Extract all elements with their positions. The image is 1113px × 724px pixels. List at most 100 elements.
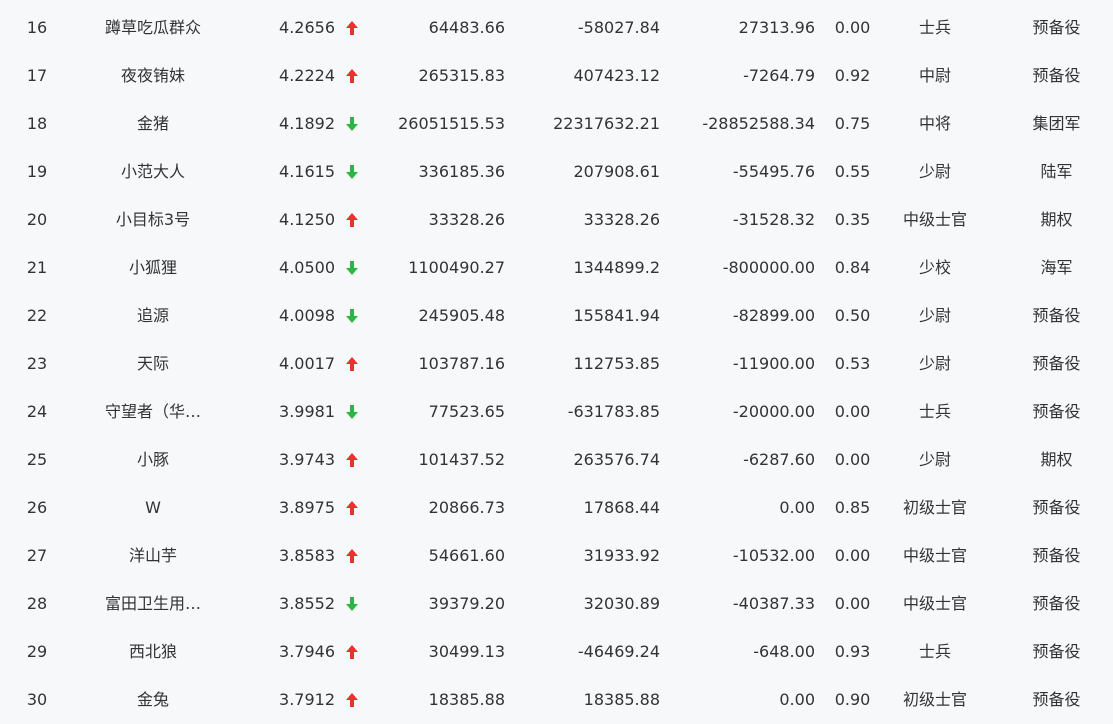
table-row[interactable]: 29 西北狼 3.7946 30499.13 -46469.24 -648.00… — [0, 628, 1113, 676]
rank-cell: 22 — [26, 306, 48, 325]
military-rank-cell: 中级士官 — [902, 594, 967, 613]
score-cell: 4.0017 — [279, 354, 335, 373]
today-profit-cell: -800000.00 — [722, 258, 815, 277]
today-profit-cell: -11900.00 — [732, 354, 815, 373]
score-cell: 3.9743 — [279, 450, 335, 469]
table-row[interactable]: 21 小狐狸 4.0500 1100490.27 1344899.2 -8000… — [0, 244, 1113, 292]
table-row[interactable]: 28 富田卫生用… 3.8552 39379.20 32030.89 -4038… — [0, 580, 1113, 628]
player-name-cell[interactable]: 蹲草吃瓜群众 — [88, 4, 218, 52]
asset-cell: 265315.83 — [418, 66, 505, 85]
asset-cell: 26051515.53 — [398, 114, 505, 133]
table-row[interactable]: 30 金兔 3.7912 18385.88 18385.88 0.00 0.90… — [0, 676, 1113, 724]
asset-cell: 245905.48 — [418, 306, 505, 325]
rank-cell: 16 — [26, 18, 48, 37]
rank-cell: 17 — [26, 66, 48, 85]
position-ratio-cell: 0.00 — [834, 18, 871, 37]
trend-up-icon — [343, 196, 361, 244]
arrow-down-icon — [346, 165, 358, 179]
table-row[interactable]: 17 夜夜铕妹 4.2224 265315.83 407423.12 -7264… — [0, 52, 1113, 100]
military-rank-cell: 士兵 — [918, 18, 951, 37]
score-cell: 4.2656 — [279, 18, 335, 37]
score-cell: 4.1250 — [279, 210, 335, 229]
position-ratio-cell: 0.00 — [834, 594, 871, 613]
table-row[interactable]: 16 蹲草吃瓜群众 4.2656 64483.66 -58027.84 2731… — [0, 4, 1113, 52]
position-ratio-cell: 0.93 — [834, 642, 871, 661]
group-cell: 预备役 — [1032, 642, 1081, 661]
player-name-cell[interactable]: 追源 — [88, 292, 218, 340]
score-cell: 3.8975 — [279, 498, 335, 517]
player-name-cell[interactable]: 小目标3号 — [88, 196, 218, 244]
table-row[interactable]: 20 小目标3号 4.1250 33328.26 33328.26 -31528… — [0, 196, 1113, 244]
military-rank-cell: 少尉 — [918, 450, 951, 469]
player-name-cell[interactable]: 金兔 — [88, 676, 218, 724]
score-cell: 3.9981 — [279, 402, 335, 421]
rank-cell: 21 — [26, 258, 48, 277]
position-ratio-cell: 0.92 — [834, 66, 871, 85]
rank-cell: 25 — [26, 450, 48, 469]
today-profit-cell: -82899.00 — [732, 306, 815, 325]
group-cell: 预备役 — [1032, 498, 1081, 517]
score-cell: 4.2224 — [279, 66, 335, 85]
player-name-cell[interactable]: 西北狼 — [88, 628, 218, 676]
player-name-cell[interactable]: 小豚 — [88, 436, 218, 484]
table-row[interactable]: 23 天际 4.0017 103787.16 112753.85 -11900.… — [0, 340, 1113, 388]
today-profit-cell: 0.00 — [779, 690, 815, 709]
table-row[interactable]: 24 守望者（华… 3.9981 77523.65 -631783.85 -20… — [0, 388, 1113, 436]
arrow-down-icon — [346, 117, 358, 131]
position-ratio-cell: 0.00 — [834, 546, 871, 565]
rank-cell: 28 — [26, 594, 48, 613]
trend-up-icon — [343, 340, 361, 388]
score-cell: 4.1892 — [279, 114, 335, 133]
group-cell: 预备役 — [1032, 306, 1081, 325]
trend-up-icon — [343, 4, 361, 52]
score-cell: 4.0500 — [279, 258, 335, 277]
asset-cell: 77523.65 — [428, 402, 505, 421]
profit-cell: 31933.92 — [583, 546, 660, 565]
position-ratio-cell: 0.90 — [834, 690, 871, 709]
profit-cell: 155841.94 — [573, 306, 660, 325]
group-cell: 预备役 — [1032, 402, 1081, 421]
player-name-cell[interactable]: 夜夜铕妹 — [88, 52, 218, 100]
table-row[interactable]: 19 小范大人 4.1615 336185.36 207908.61 -5549… — [0, 148, 1113, 196]
group-cell: 海军 — [1040, 258, 1073, 277]
score-cell: 3.7912 — [279, 690, 335, 709]
group-cell: 陆军 — [1040, 162, 1073, 181]
position-ratio-cell: 0.75 — [834, 114, 871, 133]
profit-cell: 112753.85 — [573, 354, 660, 373]
player-name-cell[interactable]: 金猪 — [88, 100, 218, 148]
leaderboard-table: 16 蹲草吃瓜群众 4.2656 64483.66 -58027.84 2731… — [0, 0, 1113, 724]
group-cell: 期权 — [1040, 450, 1073, 469]
position-ratio-cell: 0.85 — [834, 498, 871, 517]
table-row[interactable]: 22 追源 4.0098 245905.48 155841.94 -82899.… — [0, 292, 1113, 340]
position-ratio-cell: 0.35 — [834, 210, 871, 229]
table-row[interactable]: 18 金猪 4.1892 26051515.53 22317632.21 -28… — [0, 100, 1113, 148]
rank-cell: 30 — [26, 690, 48, 709]
player-name-cell[interactable]: 小范大人 — [88, 148, 218, 196]
player-name-cell[interactable]: 洋山芋 — [88, 532, 218, 580]
player-name-cell[interactable]: W — [88, 484, 218, 532]
military-rank-cell: 士兵 — [918, 642, 951, 661]
table-row[interactable]: 25 小豚 3.9743 101437.52 263576.74 -6287.6… — [0, 436, 1113, 484]
player-name-cell[interactable]: 小狐狸 — [88, 244, 218, 292]
table-row[interactable]: 26 W 3.8975 20866.73 17868.44 0.00 0.85 … — [0, 484, 1113, 532]
today-profit-cell: -31528.32 — [732, 210, 815, 229]
trend-down-icon — [343, 100, 361, 148]
profit-cell: -631783.85 — [567, 402, 660, 421]
trend-down-icon — [343, 148, 361, 196]
score-cell: 4.0098 — [279, 306, 335, 325]
asset-cell: 18385.88 — [428, 690, 505, 709]
table-row[interactable]: 27 洋山芋 3.8583 54661.60 31933.92 -10532.0… — [0, 532, 1113, 580]
arrow-up-icon — [346, 549, 358, 563]
rank-cell: 23 — [26, 354, 48, 373]
today-profit-cell: 0.00 — [779, 498, 815, 517]
player-name-cell[interactable]: 守望者（华… — [88, 388, 218, 436]
position-ratio-cell: 0.55 — [834, 162, 871, 181]
player-name-cell[interactable]: 富田卫生用… — [88, 580, 218, 628]
arrow-up-icon — [346, 693, 358, 707]
profit-cell: 263576.74 — [573, 450, 660, 469]
player-name-cell[interactable]: 天际 — [88, 340, 218, 388]
profit-cell: 22317632.21 — [553, 114, 660, 133]
trend-up-icon — [343, 628, 361, 676]
arrow-up-icon — [346, 357, 358, 371]
today-profit-cell: -10532.00 — [732, 546, 815, 565]
